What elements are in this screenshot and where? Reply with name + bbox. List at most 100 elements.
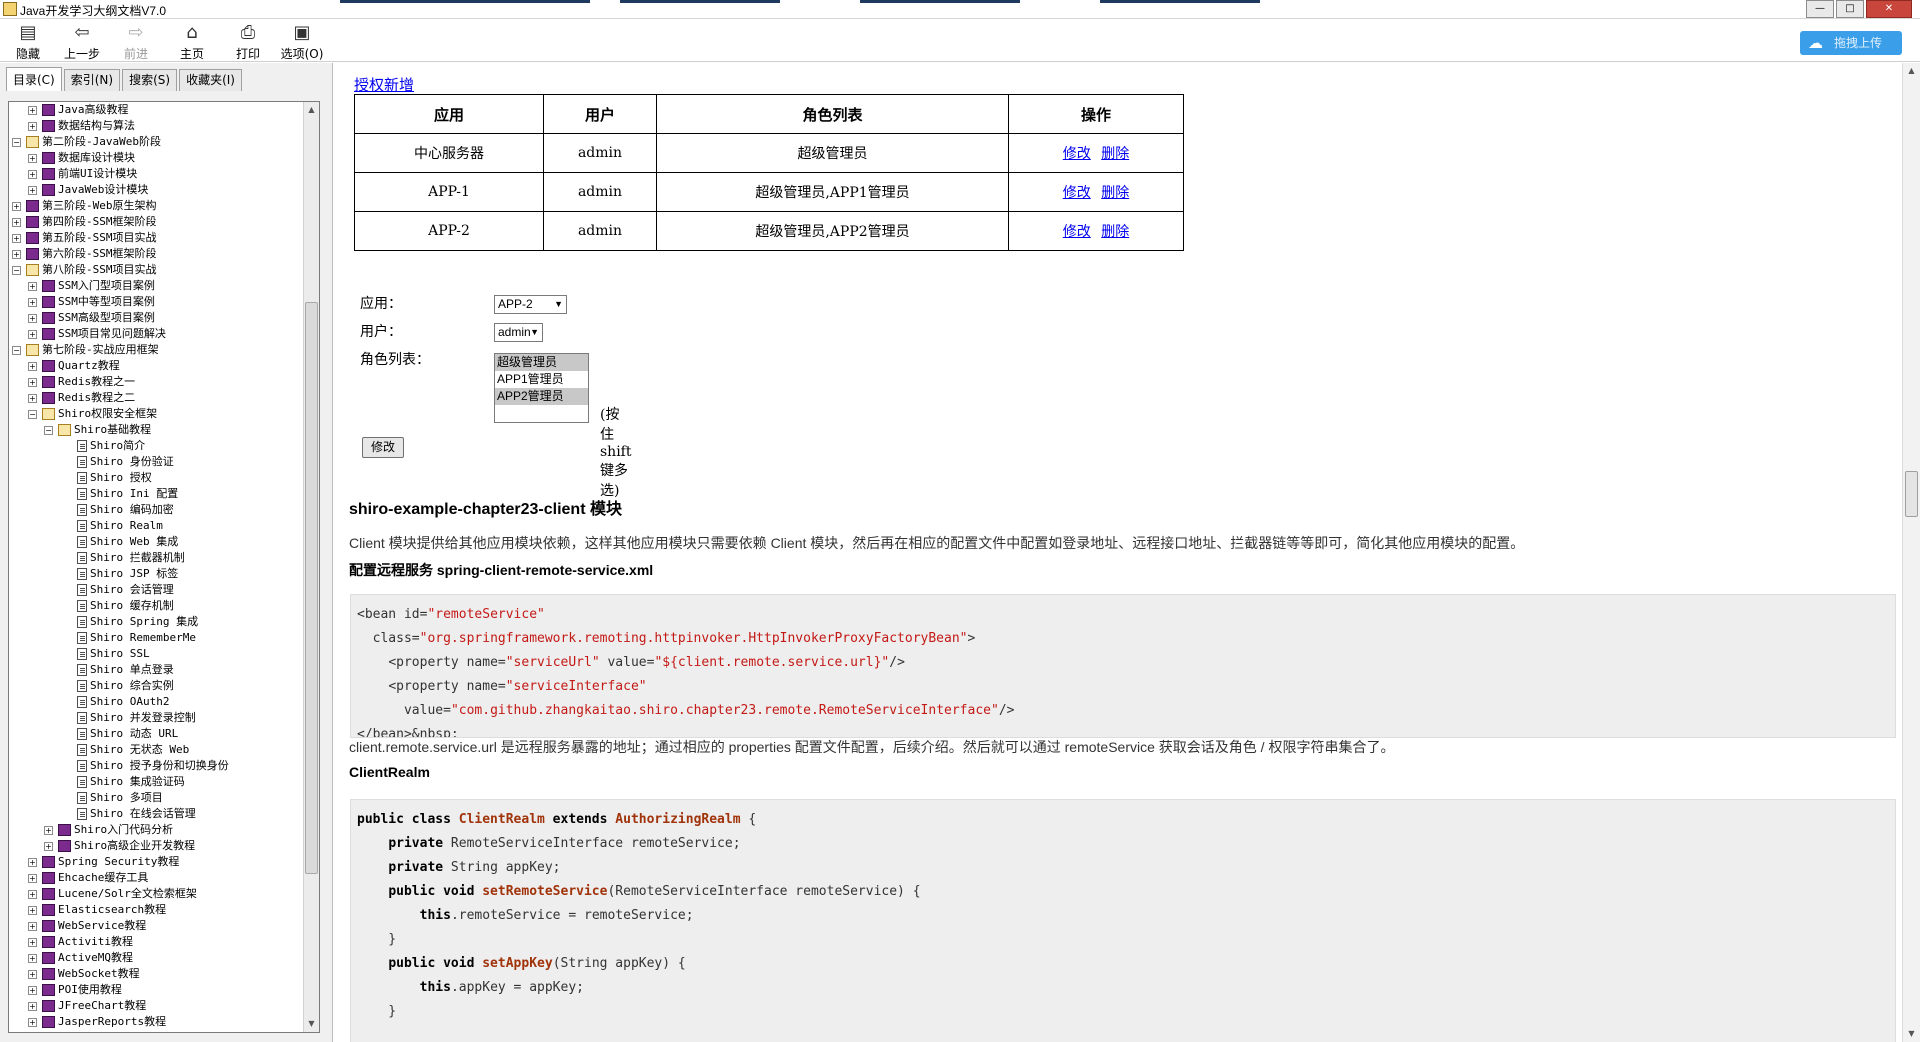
- expand-icon[interactable]: +: [28, 330, 37, 339]
- expand-icon[interactable]: +: [28, 378, 37, 387]
- tree-item[interactable]: + POI使用教程: [9, 982, 305, 998]
- expand-icon[interactable]: +: [28, 314, 37, 323]
- collapse-icon[interactable]: −: [28, 410, 37, 419]
- tree-item[interactable]: + Java高级教程: [9, 102, 305, 118]
- tree-item[interactable]: + 第四阶段-SSM框架阶段: [9, 214, 305, 230]
- app-select[interactable]: APP-2 ▼: [494, 295, 567, 314]
- tree-item[interactable]: + Shiro入门代码分析: [9, 822, 305, 838]
- tree-item[interactable]: − Shiro基础教程: [9, 422, 305, 438]
- tree-scrollbar[interactable]: ▲ ▼: [303, 102, 319, 1032]
- tab-contents[interactable]: 目录(C): [6, 67, 62, 91]
- expand-icon[interactable]: +: [28, 858, 37, 867]
- role-option[interactable]: APP1管理员: [495, 371, 588, 388]
- tree-item[interactable]: + JFreeChart教程: [9, 998, 305, 1014]
- tree-item[interactable]: Shiro JSP 标签: [9, 566, 305, 582]
- tree-item[interactable]: Shiro Realm: [9, 518, 305, 534]
- tree-item[interactable]: + 数据库设计模块: [9, 150, 305, 166]
- edit-link[interactable]: 修改: [1063, 185, 1091, 201]
- expand-icon[interactable]: +: [28, 186, 37, 195]
- expand-icon[interactable]: +: [28, 970, 37, 979]
- tree-item[interactable]: Shiro Web 集成: [9, 534, 305, 550]
- tree-item[interactable]: + Spring Security教程: [9, 854, 305, 870]
- expand-icon[interactable]: +: [28, 298, 37, 307]
- expand-icon[interactable]: +: [28, 282, 37, 291]
- tree-item[interactable]: + 第三阶段-Web原生架构: [9, 198, 305, 214]
- expand-icon[interactable]: +: [28, 890, 37, 899]
- tree-item[interactable]: + Ehcache缓存工具: [9, 870, 305, 886]
- maximize-button[interactable]: □: [1836, 0, 1864, 18]
- delete-link[interactable]: 删除: [1101, 146, 1129, 162]
- modify-button[interactable]: 修改: [362, 437, 404, 458]
- edit-link[interactable]: 修改: [1063, 224, 1091, 240]
- tree-item[interactable]: + 第五阶段-SSM项目实战: [9, 230, 305, 246]
- expand-icon[interactable]: +: [28, 170, 37, 179]
- tree-item[interactable]: + SSM项目常见问题解决: [9, 326, 305, 342]
- tree-item[interactable]: − 第八阶段-SSM项目实战: [9, 262, 305, 278]
- scroll-up-icon[interactable]: ▲: [1903, 63, 1920, 79]
- tree-item[interactable]: Shiro 身份验证: [9, 454, 305, 470]
- tree-item[interactable]: + SSM中等型项目案例: [9, 294, 305, 310]
- delete-link[interactable]: 删除: [1101, 185, 1129, 201]
- tree-item[interactable]: Shiro 多项目: [9, 790, 305, 806]
- expand-icon[interactable]: +: [28, 922, 37, 931]
- expand-icon[interactable]: +: [12, 234, 21, 243]
- expand-icon[interactable]: +: [28, 122, 37, 131]
- tree-item[interactable]: + Quartz教程: [9, 358, 305, 374]
- tree-item[interactable]: + 数据结构与算法: [9, 118, 305, 134]
- collapse-icon[interactable]: −: [12, 346, 21, 355]
- tree-item[interactable]: + SSM入门型项目案例: [9, 278, 305, 294]
- tree-item[interactable]: + 第六阶段-SSM框架阶段: [9, 246, 305, 262]
- expand-icon[interactable]: +: [44, 842, 53, 851]
- scroll-down-icon[interactable]: ▼: [304, 1016, 319, 1032]
- content-scroll-thumb[interactable]: [1905, 471, 1918, 517]
- tree-item[interactable]: Shiro 集成验证码: [9, 774, 305, 790]
- collapse-icon[interactable]: −: [12, 266, 21, 275]
- tab-index[interactable]: 索引(N): [63, 69, 121, 91]
- options-button[interactable]: ▣ 选项(O): [276, 23, 328, 62]
- delete-link[interactable]: 删除: [1101, 224, 1129, 240]
- tree-item[interactable]: Shiro 缓存机制: [9, 598, 305, 614]
- expand-icon[interactable]: +: [28, 362, 37, 371]
- role-option[interactable]: APP2管理员: [495, 388, 588, 405]
- scroll-down-icon[interactable]: ▼: [1903, 1026, 1920, 1042]
- expand-icon[interactable]: +: [12, 218, 21, 227]
- tree-item[interactable]: + JavaWeb设计模块: [9, 182, 305, 198]
- tree-item[interactable]: + Redis教程之一: [9, 374, 305, 390]
- tree-item[interactable]: + WebSocket教程: [9, 966, 305, 982]
- expand-icon[interactable]: +: [28, 874, 37, 883]
- roles-multiselect[interactable]: 超级管理员 APP1管理员 APP2管理员: [494, 353, 589, 423]
- tree-item[interactable]: Shiro RememberMe: [9, 630, 305, 646]
- tree-item[interactable]: − 第二阶段-JavaWeb阶段: [9, 134, 305, 150]
- tree-item[interactable]: + Lucene/Solr全文检索框架: [9, 886, 305, 902]
- collapse-icon[interactable]: −: [12, 138, 21, 147]
- tree-item[interactable]: Shiro Spring 集成: [9, 614, 305, 630]
- expand-icon[interactable]: +: [12, 250, 21, 259]
- expand-icon[interactable]: +: [28, 1002, 37, 1011]
- tree-item[interactable]: + Activiti教程: [9, 934, 305, 950]
- expand-icon[interactable]: +: [28, 986, 37, 995]
- upload-button[interactable]: ☁ 拖拽上传: [1800, 31, 1902, 55]
- tree-item[interactable]: Shiro 授权: [9, 470, 305, 486]
- close-button[interactable]: ✕: [1866, 0, 1912, 18]
- print-button[interactable]: ⎙ 打印: [222, 23, 274, 62]
- tab-search[interactable]: 搜索(S): [122, 69, 178, 91]
- tree-item[interactable]: Shiro 并发登录控制: [9, 710, 305, 726]
- expand-icon[interactable]: +: [12, 202, 21, 211]
- tree-item[interactable]: − Shiro权限安全框架: [9, 406, 305, 422]
- expand-icon[interactable]: +: [44, 826, 53, 835]
- scroll-up-icon[interactable]: ▲: [304, 102, 319, 118]
- forward-button[interactable]: ⇨ 前进: [110, 23, 162, 62]
- tree-item[interactable]: Shiro 编码加密: [9, 502, 305, 518]
- tree-item[interactable]: Shiro 在线会话管理: [9, 806, 305, 822]
- expand-icon[interactable]: +: [28, 954, 37, 963]
- tree-item[interactable]: Shiro 拦截器机制: [9, 550, 305, 566]
- role-option[interactable]: 超级管理员: [495, 354, 588, 371]
- tree-item[interactable]: + Elasticsearch教程: [9, 902, 305, 918]
- expand-icon[interactable]: +: [28, 154, 37, 163]
- tree-item[interactable]: + SSM高级型项目案例: [9, 310, 305, 326]
- tab-favorites[interactable]: 收藏夹(I): [179, 69, 242, 91]
- collapse-icon[interactable]: −: [44, 426, 53, 435]
- expand-icon[interactable]: +: [28, 394, 37, 403]
- home-button[interactable]: ⌂ 主页: [166, 23, 218, 62]
- expand-icon[interactable]: +: [28, 106, 37, 115]
